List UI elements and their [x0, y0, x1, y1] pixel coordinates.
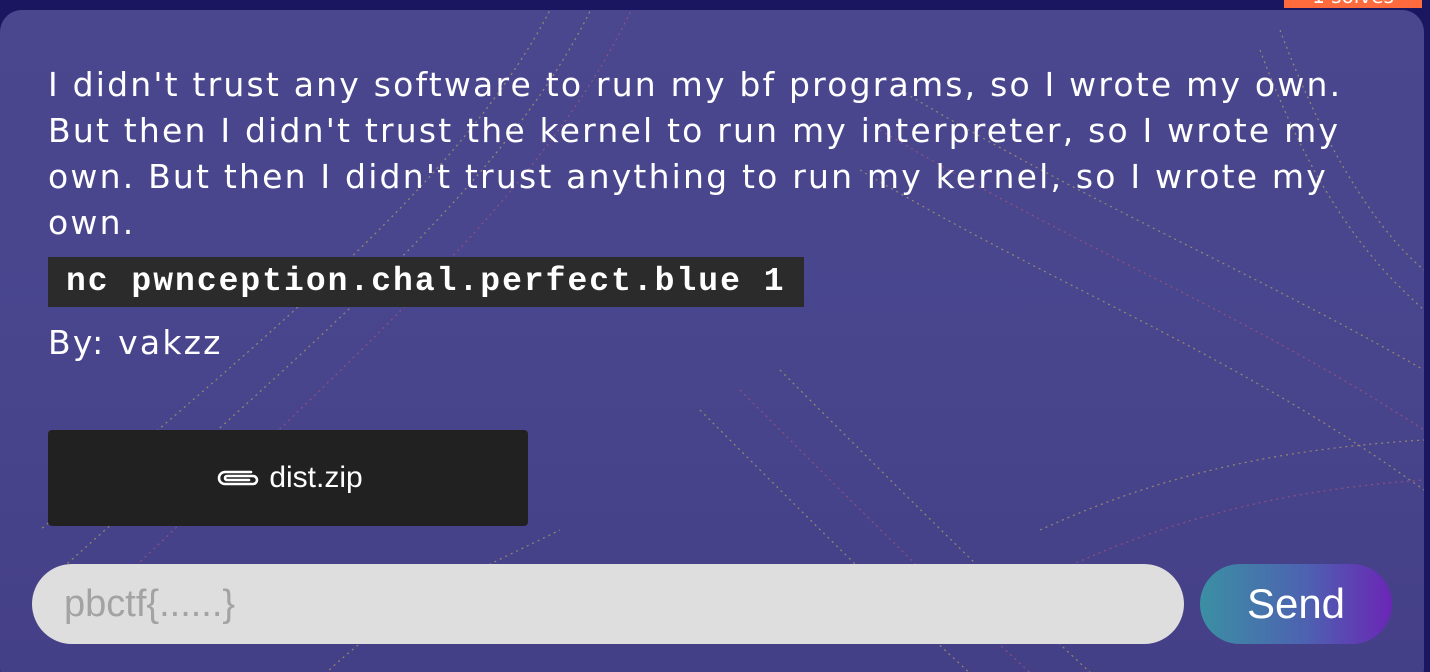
- challenge-page: 1 solves I didn't trust any software to …: [0, 0, 1430, 672]
- send-button[interactable]: Send: [1200, 564, 1392, 644]
- connection-command: nc pwnception.chal.perfect.blue 1: [48, 257, 804, 307]
- challenge-author: By: vakzz: [48, 323, 223, 362]
- solves-badge: 1 solves: [1284, 0, 1422, 8]
- download-attachment-button[interactable]: dist.zip: [48, 430, 528, 526]
- paperclip-icon: [213, 465, 263, 491]
- challenge-description: I didn't trust any software to run my bf…: [48, 65, 1343, 242]
- attachment-filename: dist.zip: [269, 461, 363, 494]
- flag-input[interactable]: [32, 564, 1184, 644]
